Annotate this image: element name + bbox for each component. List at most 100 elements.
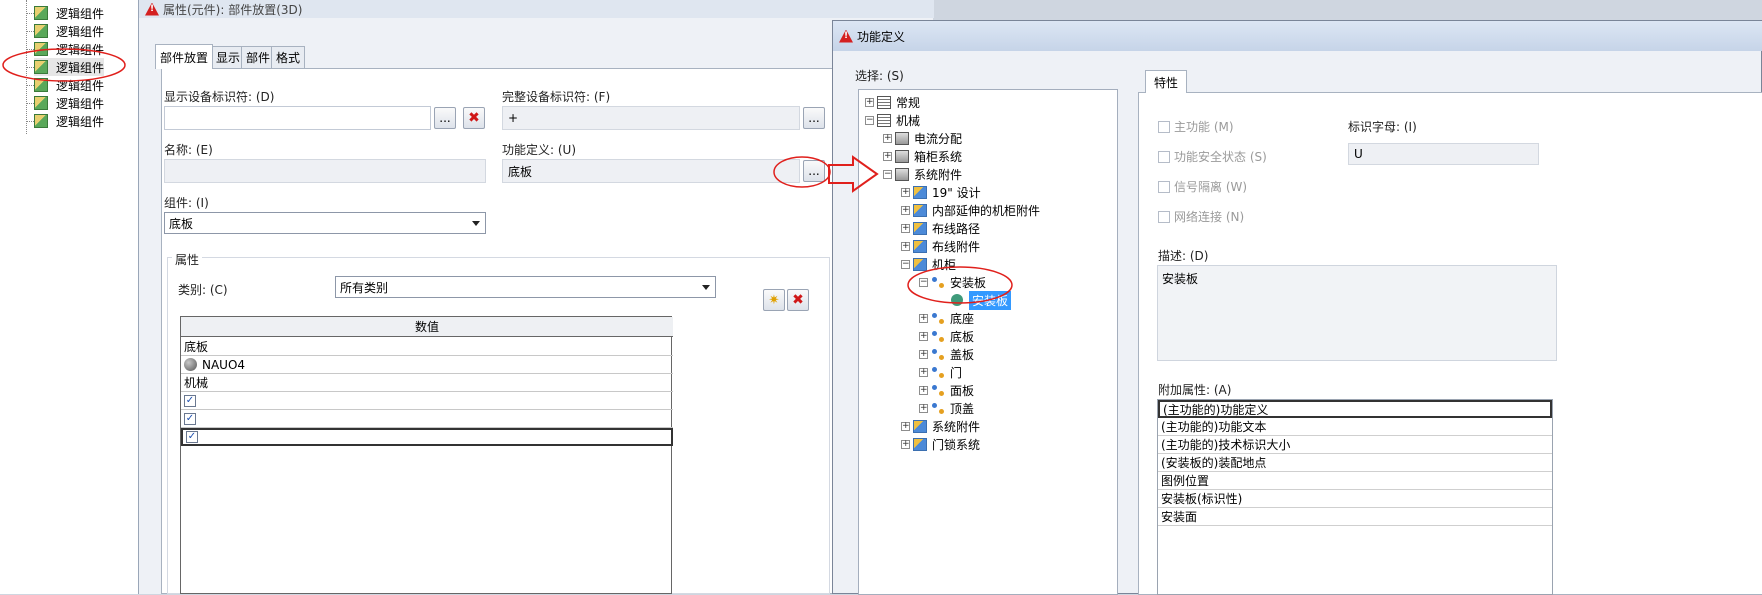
extra-attribute-row[interactable]: 安装面 xyxy=(1158,508,1552,526)
option-checkbox[interactable]: 主功能 (M) xyxy=(1158,118,1234,135)
logic-component-item[interactable]: 逻辑组件 xyxy=(34,58,105,76)
button-label: ... xyxy=(808,111,820,125)
expand-icon[interactable]: + xyxy=(901,421,910,431)
value-checkbox[interactable]: ✓ xyxy=(184,394,196,407)
tree-node[interactable]: − 机械 xyxy=(865,111,920,129)
checkbox-box[interactable] xyxy=(1158,210,1170,223)
display-id-browse-button[interactable]: ... xyxy=(434,107,456,129)
new-attribute-button[interactable]: ✷ xyxy=(763,289,785,311)
tree-node[interactable]: + 箱柜系统 xyxy=(883,147,962,165)
extra-attribute-row[interactable]: 图例位置 xyxy=(1158,472,1552,490)
logic-component-item[interactable]: 逻辑组件 xyxy=(34,112,104,130)
expand-icon[interactable]: + xyxy=(901,187,910,197)
tree-node[interactable]: + 底板 xyxy=(919,327,974,345)
tree-node[interactable]: − 系统附件 xyxy=(883,165,962,183)
app-warning-icon xyxy=(839,29,853,43)
tree-connector-line xyxy=(26,31,34,32)
tree-node[interactable]: + 顶盖 xyxy=(919,399,974,417)
tree-node[interactable]: + 常规 xyxy=(865,93,920,111)
expand-icon[interactable]: + xyxy=(919,385,928,395)
value-checkbox[interactable]: ✓ xyxy=(184,412,196,425)
component-select[interactable]: 底板 xyxy=(164,212,486,234)
display-id-input[interactable] xyxy=(164,106,431,130)
expand-icon[interactable]: + xyxy=(919,331,928,341)
display-id-clear-button[interactable]: ✖ xyxy=(463,107,485,129)
option-checkbox[interactable]: 功能安全状态 (S) xyxy=(1158,148,1267,165)
category-icon xyxy=(913,203,927,217)
extra-attribute-row[interactable]: 安装板(标识性) xyxy=(1158,490,1552,508)
grid-row[interactable]: 底板 xyxy=(181,338,673,356)
tab-part-placement[interactable]: 部件放置 xyxy=(155,44,214,69)
option-checkbox[interactable]: 信号隔离 (W) xyxy=(1158,178,1247,195)
tree-node[interactable]: + 布线路径 xyxy=(901,219,980,237)
collapse-icon[interactable]: − xyxy=(901,259,910,269)
collapse-icon[interactable]: − xyxy=(919,277,928,287)
grid-column-header[interactable]: 数值 xyxy=(181,317,673,337)
tree-node[interactable]: +19" 设计 xyxy=(901,183,981,201)
extra-attribute-row[interactable]: (主功能的)功能定义 xyxy=(1158,400,1552,418)
item-label: 逻辑组件 xyxy=(56,6,105,21)
grid-row[interactable]: ✓ xyxy=(181,410,673,428)
checkbox-box[interactable] xyxy=(1158,120,1170,133)
expand-icon[interactable]: + xyxy=(883,151,892,161)
tree-node[interactable]: + 内部延伸的机柜附件 xyxy=(901,201,1040,219)
grid-row[interactable]: 机械 xyxy=(181,374,673,392)
collapse-icon[interactable]: − xyxy=(865,115,874,125)
tree-node[interactable]: + 电流分配 xyxy=(883,129,962,147)
expand-icon[interactable]: + xyxy=(901,241,910,251)
logic-component-item[interactable]: 逻辑组件 xyxy=(34,76,104,94)
category-select[interactable]: 所有类别 xyxy=(335,276,716,298)
full-id-browse-button[interactable]: ... xyxy=(803,107,825,129)
tab-part[interactable]: 部件 xyxy=(241,46,276,68)
tree-connector-line xyxy=(26,103,34,104)
full-id-field: + xyxy=(502,106,800,130)
description-label: 描述: (D) xyxy=(1158,249,1209,263)
tab-label: 显示 xyxy=(216,51,241,65)
tree-node[interactable]: − 机柜 xyxy=(901,255,956,273)
delete-attribute-button[interactable]: ✖ xyxy=(787,289,809,311)
logic-component-item[interactable]: 逻辑组件 xyxy=(34,40,104,58)
logic-component-item[interactable]: 逻辑组件 xyxy=(34,22,104,40)
grid-row[interactable]: ✓ xyxy=(181,392,673,410)
expand-icon[interactable]: + xyxy=(919,403,928,413)
category-icon xyxy=(913,221,927,235)
func-def-browse-button[interactable]: ... xyxy=(803,160,825,182)
checkbox-box[interactable] xyxy=(1158,150,1170,163)
expand-icon[interactable]: + xyxy=(919,367,928,377)
expand-icon[interactable]: + xyxy=(919,313,928,323)
extra-attribute-row[interactable]: (安装板的)装配地点 xyxy=(1158,454,1552,472)
logic-component-item[interactable]: 逻辑组件 xyxy=(34,94,104,112)
tree-node[interactable]: + 面板 xyxy=(919,381,974,399)
expand-icon[interactable]: + xyxy=(883,133,892,143)
tree-node[interactable]: + 底座 xyxy=(919,309,974,327)
tab-display[interactable]: 显示 xyxy=(211,46,246,68)
grid-row[interactable]: ✓ xyxy=(181,428,673,446)
expand-icon[interactable]: + xyxy=(865,97,874,107)
expand-icon[interactable]: + xyxy=(919,349,928,359)
expand-icon[interactable]: + xyxy=(901,205,910,215)
tree-node[interactable]: − 安装板 xyxy=(919,273,986,291)
item-label: 逻辑组件 xyxy=(56,24,105,39)
tab-properties[interactable]: 特性 xyxy=(1145,70,1188,93)
grid-row[interactable]: NAUO4 xyxy=(181,356,673,374)
tree-node-label: 19" 设计 xyxy=(932,185,981,200)
value-checkbox[interactable]: ✓ xyxy=(186,431,198,443)
checkbox-box[interactable] xyxy=(1158,180,1170,193)
option-checkbox[interactable]: 网络连接 (N) xyxy=(1158,208,1244,225)
tree-node[interactable]: + 盖板 xyxy=(919,345,974,363)
tree-node[interactable]: + 系统附件 xyxy=(901,417,980,435)
extra-attribute-row[interactable]: (主功能的)功能文本 xyxy=(1158,418,1552,436)
tree-node-label: 内部延伸的机柜附件 xyxy=(932,203,1041,218)
extra-attribute-row[interactable]: (主功能的)技术标识大小 xyxy=(1158,436,1552,454)
tab-format[interactable]: 格式 xyxy=(271,46,306,68)
collapse-icon[interactable]: − xyxy=(883,169,892,179)
tree-node[interactable]: + 门锁系统 xyxy=(901,435,980,453)
expand-icon[interactable]: + xyxy=(901,223,910,233)
tree-node[interactable]: + 布线附件 xyxy=(901,237,980,255)
expand-icon[interactable]: + xyxy=(901,439,910,449)
item-label: 逻辑组件 xyxy=(56,96,105,111)
tree-node[interactable]: + 门 xyxy=(919,363,962,381)
tree-node[interactable]: 安装板 xyxy=(937,290,1012,310)
tree-node-label: 系统附件 xyxy=(932,419,981,434)
logic-component-item[interactable]: 逻辑组件 xyxy=(34,4,104,22)
